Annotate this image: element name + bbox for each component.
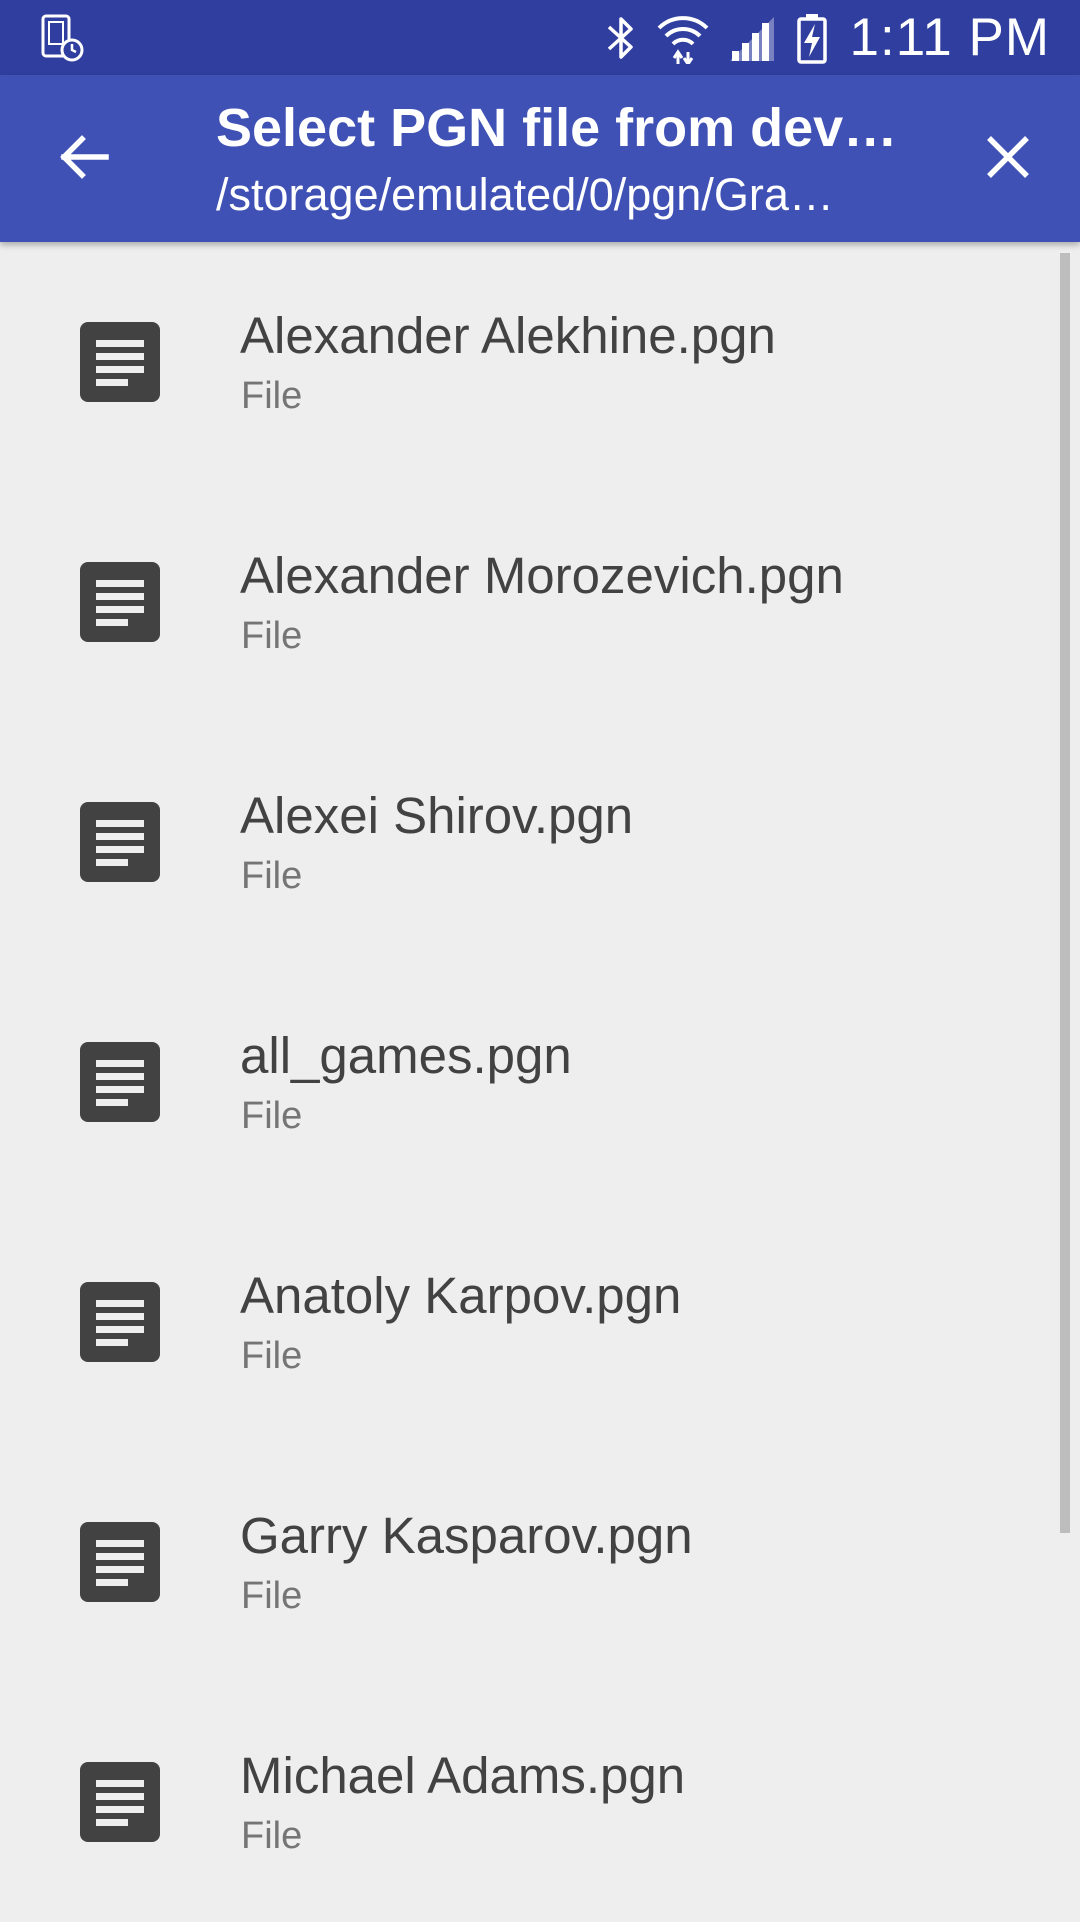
scrollbar[interactable] [1060, 253, 1070, 1533]
list-item-file[interactable]: Michael Adams.pgn File [0, 1682, 1060, 1922]
signal-icon [729, 16, 774, 61]
list-item-file[interactable]: Alexander Morozevich.pgn File [0, 482, 1060, 722]
back-button[interactable] [44, 117, 124, 197]
app-bar-titles: Select PGN file from dev… /storage/emula… [216, 95, 916, 225]
file-document-icon [80, 1762, 160, 1842]
list-item-file[interactable]: all_games.pgn File [0, 962, 1060, 1202]
wifi-icon [657, 15, 708, 64]
status-bar: 1:11 PM [0, 0, 1080, 75]
arrow-back-icon [60, 135, 109, 179]
file-name: all_games.pgn [240, 1027, 572, 1084]
file-name: Garry Kasparov.pgn [240, 1507, 693, 1564]
file-type: File [241, 615, 303, 657]
file-name: Alexander Alekhine.pgn [240, 307, 776, 364]
file-type: File [241, 855, 303, 897]
file-document-icon [80, 1042, 160, 1122]
close-button[interactable] [968, 117, 1048, 197]
file-document-icon [80, 322, 160, 402]
file-name: Anatoly Karpov.pgn [240, 1267, 682, 1324]
page-title: Select PGN file from dev… [216, 98, 898, 158]
file-name: Michael Adams.pgn [240, 1747, 686, 1804]
file-type: File [241, 1815, 303, 1857]
file-name: Alexei Shirov.pgn [240, 787, 634, 844]
status-icons: 1:11 PM [604, 0, 1050, 75]
file-type: File [241, 1335, 303, 1377]
bluetooth-icon [607, 16, 633, 59]
app-bar: Select PGN file from dev… /storage/emula… [0, 75, 1080, 242]
list-item-file[interactable]: Anatoly Karpov.pgn File [0, 1202, 1060, 1442]
list-item-file[interactable]: Alexei Shirov.pgn File [0, 722, 1060, 962]
file-document-icon [80, 1282, 160, 1362]
battery-charging-icon [796, 13, 827, 64]
list-item-file[interactable]: Alexander Alekhine.pgn File [0, 242, 1060, 482]
list-item-file[interactable]: Garry Kasparov.pgn File [0, 1442, 1060, 1682]
file-type: File [241, 1095, 303, 1137]
close-icon [987, 136, 1029, 178]
file-name: Alexander Morozevich.pgn [240, 547, 844, 604]
file-document-icon [80, 802, 160, 882]
file-type: File [241, 1575, 303, 1617]
file-list: Alexander Alekhine.pgn File Alexander Mo… [0, 242, 1080, 1922]
status-time: 1:11 PM [849, 8, 1050, 67]
file-type: File [241, 375, 303, 417]
device-schedule-icon [41, 14, 84, 62]
current-path: /storage/emulated/0/pgn/Gra… [216, 169, 834, 220]
file-document-icon [80, 562, 160, 642]
file-document-icon [80, 1522, 160, 1602]
